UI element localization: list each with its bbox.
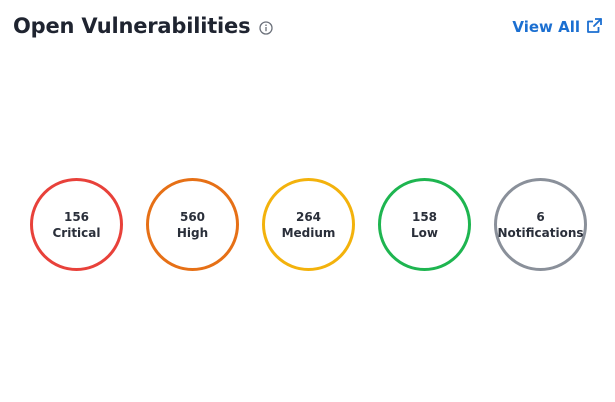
severity-summary: 156 Critical 560 High 264 Medium 158 Low… (30, 178, 587, 271)
severity-label: High (176, 225, 209, 240)
view-all-label: View All (512, 18, 580, 36)
severity-count: 560 (179, 209, 206, 224)
severity-medium[interactable]: 264 Medium (262, 178, 355, 271)
severity-high[interactable]: 560 High (146, 178, 239, 271)
severity-count: 6 (536, 209, 545, 224)
card-header: Open Vulnerabilities (13, 14, 274, 38)
severity-label: Low (411, 225, 438, 240)
severity-label: Critical (52, 225, 101, 240)
severity-count: 158 (411, 209, 438, 224)
severity-critical[interactable]: 156 Critical (30, 178, 123, 271)
card-title: Open Vulnerabilities (13, 14, 251, 38)
severity-label: Medium (281, 225, 336, 240)
severity-notifications[interactable]: 6 Notifications (494, 178, 587, 271)
view-all-link[interactable]: View All (512, 17, 603, 36)
open-vulnerabilities-card: Open Vulnerabilities View All 156 Critic… (0, 0, 615, 402)
info-circle-icon[interactable] (258, 20, 274, 36)
severity-low[interactable]: 158 Low (378, 178, 471, 271)
severity-label: Notifications (497, 225, 584, 240)
external-link-icon (586, 17, 603, 34)
severity-count: 156 (63, 209, 90, 224)
severity-count: 264 (295, 209, 322, 224)
